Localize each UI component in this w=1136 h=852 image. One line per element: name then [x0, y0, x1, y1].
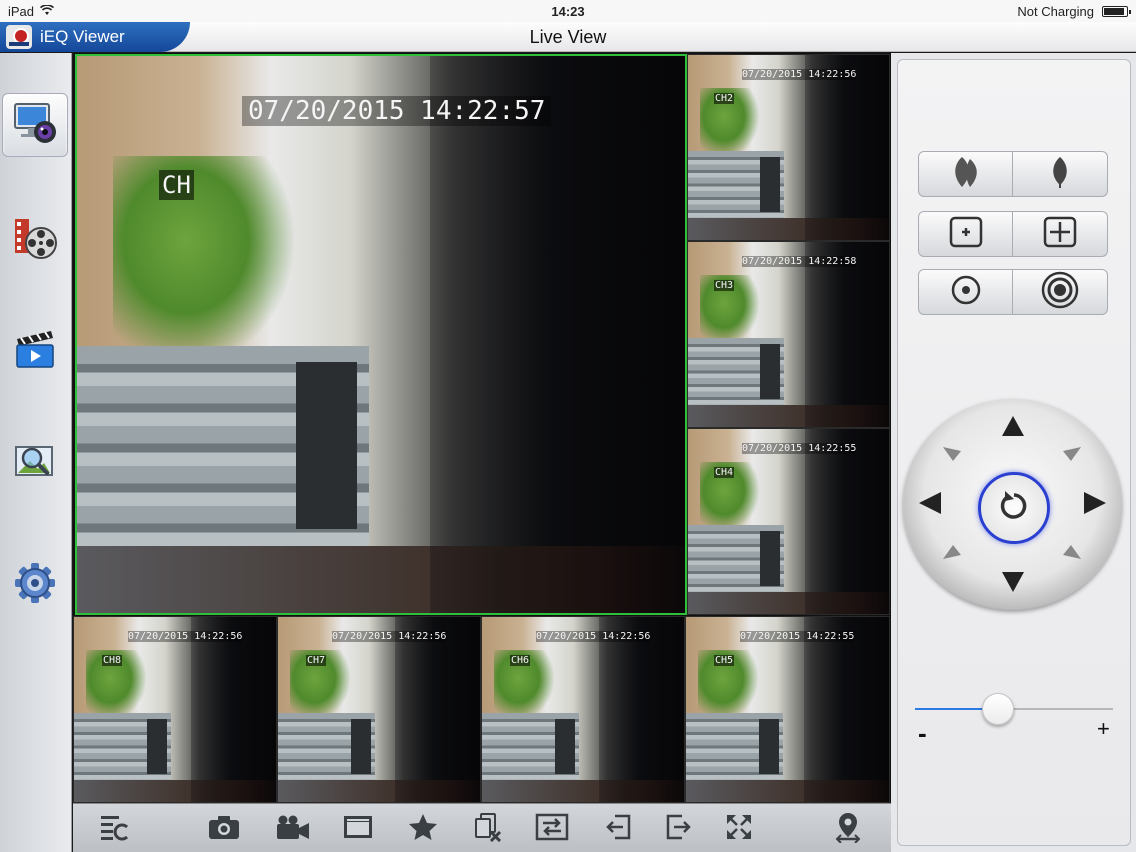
speed-slider-thumb[interactable] — [982, 693, 1015, 725]
ptz-location-button[interactable] — [832, 812, 864, 844]
camera-timestamp: 07/20/2015 14:22:56 — [332, 631, 447, 642]
film-reel-icon — [11, 213, 59, 268]
video-grid: 07/20/2015 14:22:57 CH 07/20/2015 14:22:… — [73, 53, 891, 803]
switch-stream-icon — [535, 813, 569, 846]
folder-button[interactable] — [342, 814, 374, 844]
ptz-right-arrow[interactable] — [1084, 492, 1106, 514]
layout-icon — [99, 813, 131, 846]
sidebar-item-settings[interactable] — [2, 553, 68, 617]
camera-feed — [688, 242, 889, 427]
charging-status: Not Charging — [1017, 4, 1094, 19]
camera-timestamp: 07/20/2015 14:22:56 — [128, 631, 243, 642]
page-title: Live View — [529, 27, 607, 47]
zoom-out-icon — [948, 216, 984, 253]
focus-far-icon — [951, 155, 981, 194]
monitor-camera-icon — [11, 100, 59, 151]
sidebar — [0, 53, 72, 852]
sidebar-item-playback[interactable] — [2, 208, 68, 272]
close-all-icon — [473, 812, 503, 847]
ptz-up-right-arrow[interactable] — [1063, 447, 1081, 461]
snapshot-button[interactable] — [208, 814, 240, 844]
camera-channel-label: CH7 — [306, 655, 327, 666]
switch-stream-button[interactable] — [535, 813, 569, 846]
camera-channel-label: CH5 — [714, 655, 735, 666]
camera-timestamp: 07/20/2015 14:22:55 — [740, 631, 855, 642]
iris-open-icon — [1040, 270, 1080, 315]
magnifier-picture-icon — [12, 441, 58, 490]
battery-icon — [1102, 6, 1131, 17]
camera-tile-ch3[interactable]: 07/20/2015 14:22:58 CH3 — [687, 241, 890, 428]
speed-min-label: - — [918, 718, 927, 748]
speed-max-label: + — [1097, 716, 1110, 741]
camera-tile-ch6[interactable]: 07/20/2015 14:22:56 CH6 — [481, 616, 685, 803]
zoom-in-button[interactable] — [1013, 211, 1108, 257]
record-button[interactable] — [277, 814, 309, 844]
camera-timestamp: 07/20/2015 14:22:55 — [742, 443, 857, 454]
iris-close-icon — [949, 273, 983, 312]
camera-tile-ch2[interactable]: 07/20/2015 14:22:56 CH2 — [687, 54, 890, 241]
camera-timestamp: 07/20/2015 14:22:56 — [742, 69, 857, 80]
iris-close-button[interactable] — [918, 269, 1013, 315]
fullscreen-icon — [724, 812, 754, 847]
status-bar: iPad 14:23 Not Charging — [0, 0, 1136, 22]
camera-feed — [278, 617, 480, 802]
camera-channel-label: CH4 — [714, 467, 735, 478]
zoom-out-button[interactable] — [918, 211, 1013, 257]
camera-timestamp: 07/20/2015 14:22:57 — [242, 96, 552, 126]
camera-feed — [688, 429, 889, 614]
camera-channel-label: CH2 — [714, 93, 735, 104]
focus-far-button[interactable] — [918, 151, 1013, 197]
clapperboard-icon — [12, 327, 58, 376]
sidebar-item-image-search[interactable] — [2, 433, 68, 497]
camera-channel-label: CH6 — [510, 655, 531, 666]
camera-channel-label: CH — [159, 170, 194, 200]
star-icon — [408, 813, 438, 846]
camera-tile-ch8[interactable]: 07/20/2015 14:22:56 CH8 — [73, 616, 277, 803]
ptz-up-left-arrow[interactable] — [943, 447, 961, 461]
layout-button[interactable] — [99, 814, 131, 844]
focus-near-icon — [1049, 155, 1071, 194]
ptz-up-arrow[interactable] — [1002, 416, 1024, 436]
camera-timestamp: 07/20/2015 14:22:56 — [536, 631, 651, 642]
status-time: 14:23 — [551, 4, 585, 19]
previous-page-button[interactable] — [603, 814, 635, 844]
camera-tile-ch4[interactable]: 07/20/2015 14:22:55 CH4 — [687, 428, 890, 615]
ptz-down-right-arrow[interactable] — [1063, 545, 1081, 559]
close-all-button[interactable] — [472, 812, 504, 847]
next-icon — [664, 813, 692, 846]
ptz-down-arrow[interactable] — [1002, 572, 1024, 592]
ptz-location-icon — [833, 811, 863, 848]
gear-icon — [12, 560, 58, 611]
favorite-button[interactable] — [407, 813, 439, 846]
camera-channel-label: CH8 — [102, 655, 123, 666]
camera-feed — [688, 55, 889, 240]
camera-feed — [686, 617, 889, 802]
camera-timestamp: 07/20/2015 14:22:58 — [742, 256, 857, 267]
camera-tile-ch7[interactable]: 07/20/2015 14:22:56 CH7 — [277, 616, 481, 803]
sidebar-item-video-files[interactable] — [2, 319, 68, 383]
camera-channel-label: CH3 — [714, 280, 735, 291]
sidebar-item-live-view[interactable] — [2, 93, 68, 157]
bottom-toolbar — [73, 803, 891, 852]
ptz-center-button[interactable] — [978, 472, 1050, 544]
camera-feed — [77, 56, 685, 613]
video-record-icon — [275, 814, 311, 845]
camera-tile-ch5[interactable]: 07/20/2015 14:22:55 CH5 — [685, 616, 890, 803]
zoom-in-icon — [1042, 216, 1078, 253]
camera-tile-main[interactable]: 07/20/2015 14:22:57 CH — [75, 54, 687, 615]
previous-icon — [605, 813, 633, 846]
rotate-reset-icon — [996, 488, 1032, 529]
next-page-button[interactable] — [662, 814, 694, 844]
focus-near-button[interactable] — [1013, 151, 1108, 197]
fullscreen-button[interactable] — [723, 814, 755, 844]
ptz-left-arrow[interactable] — [919, 492, 941, 514]
camera-snapshot-icon — [208, 814, 240, 845]
iris-open-button[interactable] — [1013, 269, 1108, 315]
camera-feed — [74, 617, 276, 802]
camera-feed — [482, 617, 684, 802]
ptz-down-left-arrow[interactable] — [943, 545, 961, 559]
title-bar: iEQ Viewer Live View — [0, 22, 1136, 52]
folder-icon — [343, 815, 373, 844]
